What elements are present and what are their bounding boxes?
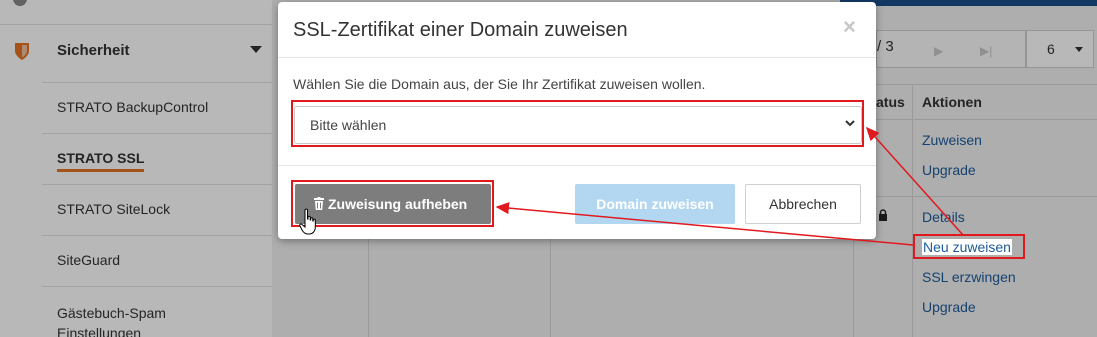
hand-cursor-icon (299, 208, 316, 235)
annotation-arrows (495, 126, 964, 246)
